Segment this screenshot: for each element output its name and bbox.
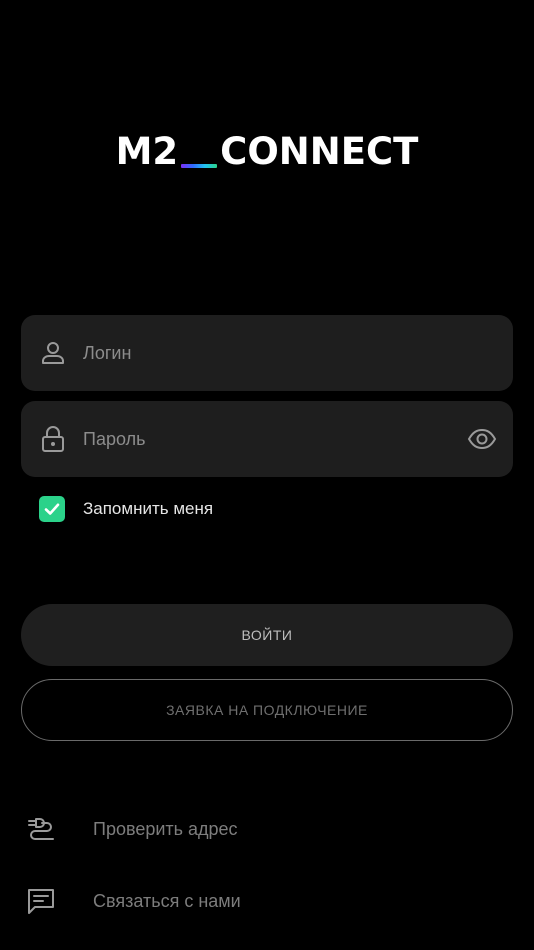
logo-text-connect: CONNECT	[220, 130, 419, 173]
remember-me-label: Запомнить меня	[83, 499, 214, 518]
contact-us-link[interactable]: Связаться с нами	[26, 886, 241, 916]
check-address-label: Проверить адрес	[93, 818, 238, 839]
check-address-link[interactable]: Проверить адрес	[26, 814, 238, 844]
address-check-icon	[28, 818, 54, 840]
lock-icon	[42, 426, 64, 452]
login-input[interactable]	[83, 315, 463, 391]
app-logo: M2 CONNECT	[0, 130, 534, 174]
login-button[interactable]: ВОЙТИ	[21, 604, 513, 666]
password-field[interactable]	[21, 401, 513, 477]
check-icon	[44, 503, 60, 515]
logo-text-m2: M2	[115, 130, 179, 173]
user-icon	[42, 342, 64, 364]
remember-me-row: Запомнить меня	[39, 496, 213, 522]
password-input[interactable]	[83, 401, 463, 477]
login-field[interactable]	[21, 315, 513, 391]
apply-connection-button[interactable]: ЗАЯВКА НА ПОДКЛЮЧЕНИЕ	[21, 679, 513, 741]
chat-icon	[28, 889, 54, 914]
remember-me-checkbox[interactable]	[39, 496, 65, 522]
logo-underscore	[181, 164, 218, 168]
eye-icon[interactable]	[467, 425, 497, 453]
contact-us-label: Связаться с нами	[93, 890, 241, 911]
